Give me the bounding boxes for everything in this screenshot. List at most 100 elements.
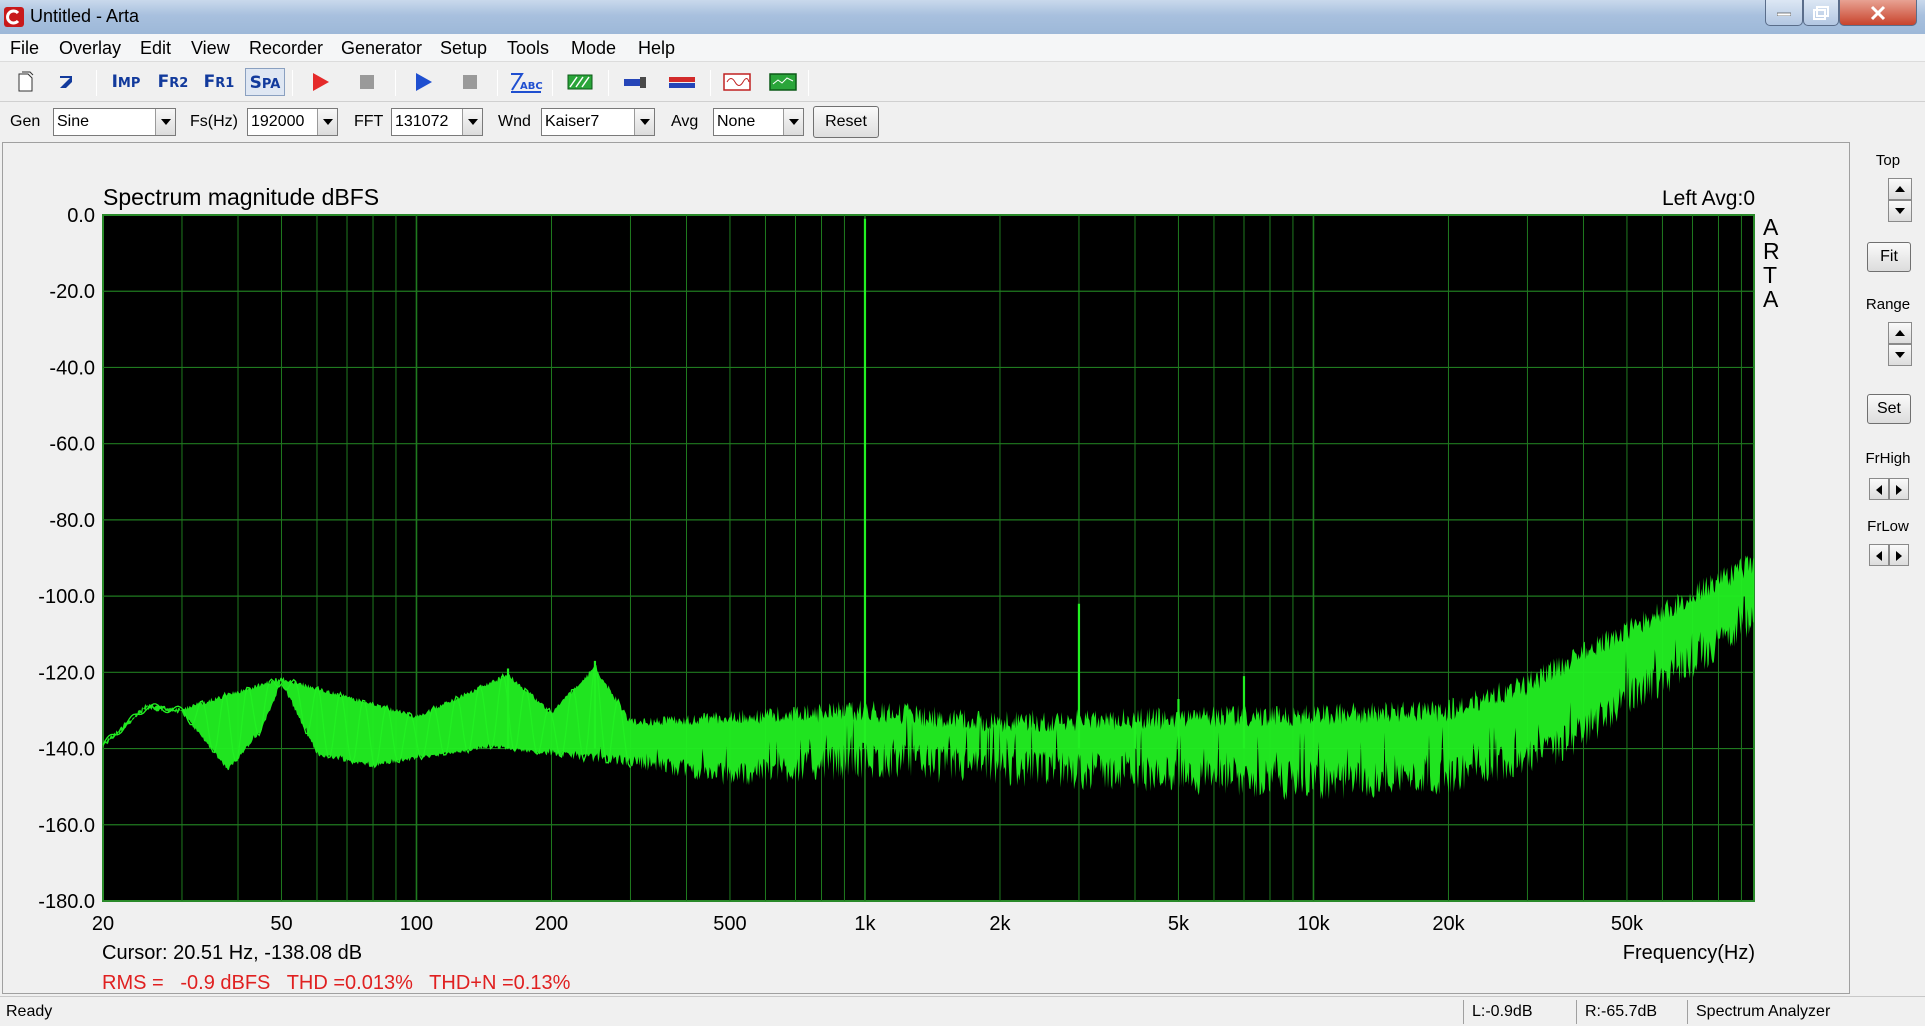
x-tick-label: 20: [92, 913, 114, 935]
spectrum-chart[interactable]: Spectrum magnitude dBFS Left Avg:0 A R T…: [3, 143, 1849, 993]
chevron-down-icon: [317, 109, 337, 135]
x-tick-label: 100: [400, 913, 433, 935]
window-title: Untitled - Arta: [30, 6, 140, 26]
fft-size-value: 131072: [395, 113, 449, 130]
x-axis-label: Frequency(Hz): [1623, 942, 1755, 964]
y-tick-label: -60.0: [49, 434, 95, 456]
spa-mode-button[interactable]: SPA: [245, 68, 285, 96]
frhigh-right-button[interactable]: [1889, 478, 1909, 500]
play-icon: [416, 73, 432, 91]
arrow-down-icon: [1895, 352, 1905, 358]
menu-help[interactable]: Help: [638, 38, 675, 59]
fit-button[interactable]: Fit: [1867, 242, 1911, 272]
plot-area[interactable]: [102, 214, 1755, 902]
open-file-button[interactable]: [52, 68, 82, 96]
y-tick-label: -80.0: [49, 510, 95, 532]
minimize-icon: [1777, 12, 1791, 16]
scope-icon: [769, 73, 797, 91]
range-down-button[interactable]: [1888, 344, 1912, 366]
calibration-button[interactable]: [565, 68, 595, 96]
generator-icon: [723, 73, 751, 91]
chevron-down-icon: [155, 109, 175, 135]
x-tick-label: 2k: [989, 913, 1011, 935]
open-file-icon: [60, 76, 72, 88]
arrow-left-icon: [1876, 485, 1882, 495]
range-up-button[interactable]: [1888, 322, 1912, 344]
menu-recorder[interactable]: Recorder: [249, 38, 323, 59]
fr2-mode-button[interactable]: FR2: [154, 68, 192, 96]
y-tick-label: -20.0: [49, 281, 95, 303]
set-button[interactable]: Set: [1867, 394, 1911, 424]
level-meter-icon: [669, 77, 695, 88]
top-up-button[interactable]: [1888, 178, 1912, 200]
toolbar-separator: [552, 70, 553, 96]
gen-label: Gen: [10, 113, 41, 130]
frlow-left-button[interactable]: [1869, 544, 1889, 566]
menu-tools[interactable]: Tools: [507, 38, 549, 59]
menu-generator[interactable]: Generator: [341, 38, 422, 59]
stop-play-button[interactable]: [455, 68, 485, 96]
parameter-bar: Gen Sine Fs(Hz) 192000 FFT 131072 Wnd Ka…: [0, 103, 1925, 141]
averaging-select[interactable]: None: [713, 108, 804, 136]
record-button[interactable]: [305, 68, 335, 96]
restore-button[interactable]: [1803, 0, 1839, 26]
impulse-mode-button[interactable]: IMP: [106, 68, 146, 96]
chart-title: Spectrum magnitude dBFS: [103, 184, 379, 210]
menu-file[interactable]: File: [10, 38, 39, 59]
minimize-button[interactable]: [1765, 0, 1803, 26]
probe-button[interactable]: [620, 68, 650, 96]
frhigh-left-button[interactable]: [1869, 478, 1889, 500]
top-down-button[interactable]: [1888, 200, 1912, 222]
frlow-right-button[interactable]: [1889, 544, 1909, 566]
reset-button[interactable]: Reset: [813, 106, 879, 138]
fft-size-select[interactable]: 131072: [391, 108, 483, 136]
y-tick-label: -180.0: [38, 891, 95, 913]
arrow-up-icon: [1895, 186, 1905, 192]
range-label: Range: [1865, 296, 1911, 313]
y-axis-ticks: 0.0 -20.0 -40.0 -60.0 -80.0 -100.0 -120.0 -140.…: [38, 205, 95, 913]
scope-button[interactable]: [768, 68, 798, 96]
toolbar-separator: [497, 70, 498, 96]
x-tick-label: 5k: [1168, 913, 1190, 935]
svg-text:ABC: ABC: [520, 81, 543, 92]
generator-select[interactable]: Sine: [53, 108, 176, 136]
menu-overlay[interactable]: Overlay: [59, 38, 121, 59]
level-button[interactable]: [667, 68, 697, 96]
new-file-button[interactable]: [10, 68, 40, 96]
menu-view[interactable]: View: [191, 38, 230, 59]
chevron-down-icon: [783, 109, 803, 135]
stop-icon: [360, 75, 374, 89]
status-ready: Ready: [6, 1003, 53, 1020]
toolbar-separator: [608, 70, 609, 96]
sample-rate-select[interactable]: 192000: [247, 108, 338, 136]
window-function-select[interactable]: Kaiser7: [541, 108, 655, 136]
avg-label: Avg: [671, 113, 699, 130]
toolbar-separator: [808, 70, 809, 96]
sample-rate-value: 192000: [251, 113, 305, 130]
stop-record-button[interactable]: [352, 68, 382, 96]
fs-label: Fs(Hz): [190, 113, 238, 130]
y-tick-label: 0.0: [67, 205, 95, 227]
menu-mode[interactable]: Mode: [571, 38, 616, 59]
abc-button[interactable]: ABC: [508, 68, 544, 96]
chevron-down-icon: [634, 109, 654, 135]
menu-setup[interactable]: Setup: [440, 38, 487, 59]
cursor-readout: Cursor: 20.51 Hz, -138.08 dB: [102, 942, 362, 964]
logo-letter: T: [1763, 262, 1777, 288]
logo-letter: A: [1763, 214, 1779, 240]
generator-button[interactable]: [722, 68, 752, 96]
x-tick-label: 50k: [1611, 913, 1644, 935]
stop-icon: [463, 75, 477, 89]
x-tick-label: 200: [535, 913, 568, 935]
arrow-right-icon: [1896, 485, 1902, 495]
top-label: Top: [1875, 152, 1901, 169]
play-button[interactable]: [408, 68, 438, 96]
arrow-right-icon: [1896, 551, 1902, 561]
fr1-mode-button[interactable]: FR1: [200, 68, 238, 96]
close-icon: [1870, 5, 1886, 20]
close-button[interactable]: [1839, 0, 1917, 26]
window-function-value: Kaiser7: [545, 113, 600, 130]
menu-edit[interactable]: Edit: [140, 38, 171, 59]
y-tick-label: -160.0: [38, 815, 95, 837]
toolbar-separator: [395, 70, 396, 96]
